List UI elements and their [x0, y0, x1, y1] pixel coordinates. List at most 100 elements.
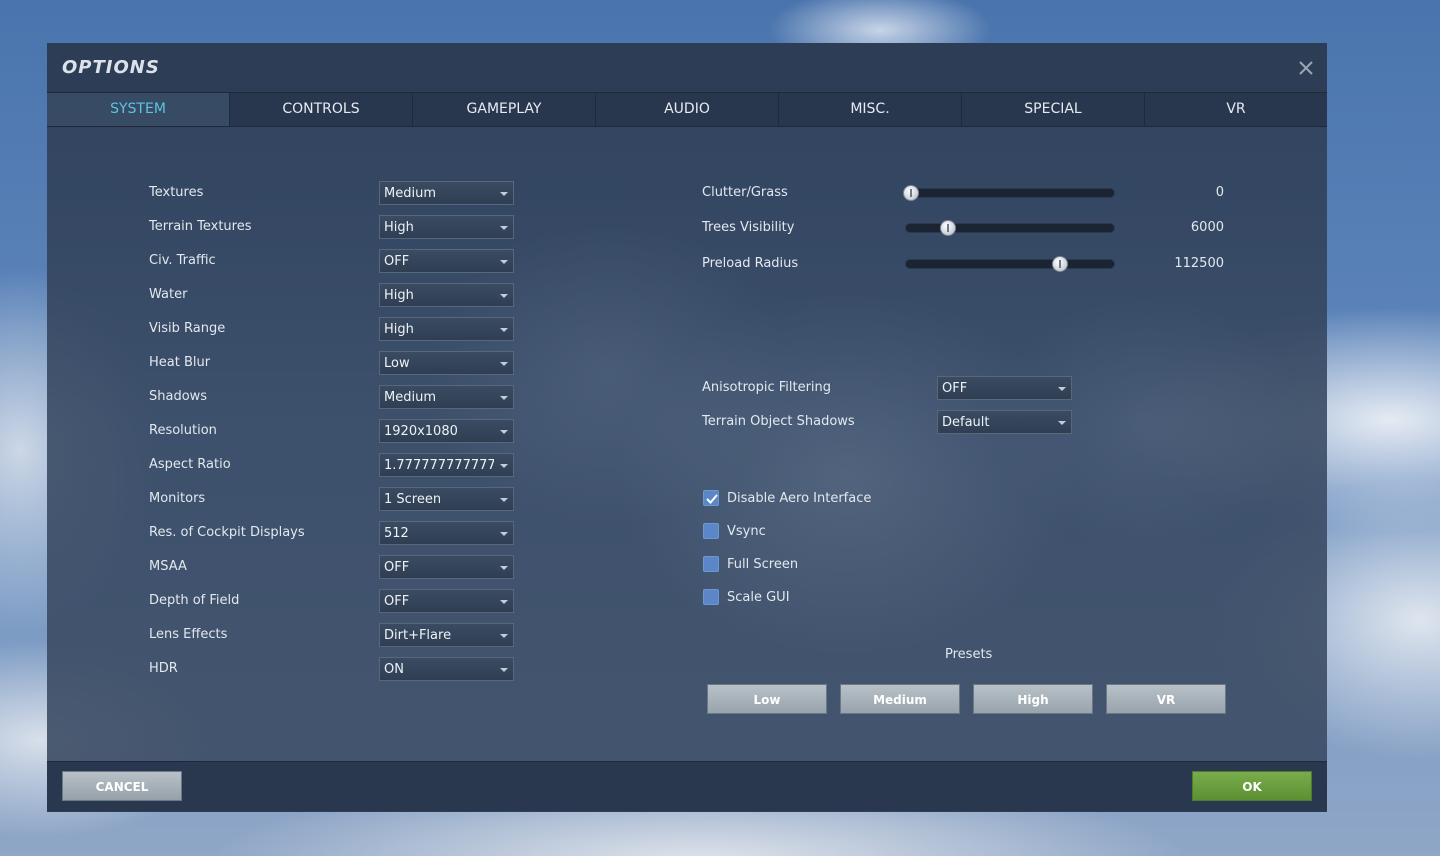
chevron-down-icon	[500, 498, 508, 502]
checkbox-label: Disable Aero Interface	[727, 491, 872, 506]
dropdown-value: High	[384, 220, 414, 235]
full-screen-checkbox[interactable]	[703, 556, 719, 572]
setting-dropdown[interactable]: High	[379, 215, 514, 239]
setting-label: Textures	[149, 185, 204, 200]
terrain-object-shadows-dropdown[interactable]: Default	[937, 410, 1072, 434]
chevron-down-icon	[500, 566, 508, 570]
ok-button[interactable]: OK	[1192, 771, 1312, 801]
dropdown-value: Low	[384, 356, 410, 371]
chevron-down-icon	[1058, 421, 1066, 425]
terrain-object-shadows-label: Terrain Object Shadows	[702, 414, 855, 429]
slider-label: Preload Radius	[702, 256, 799, 271]
tab-vr[interactable]: VR	[1144, 93, 1327, 126]
clutter-grass-slider[interactable]	[903, 185, 1115, 201]
setting-label: Heat Blur	[149, 355, 211, 370]
setting-label: Depth of Field	[149, 593, 240, 608]
slider-value: 0	[1215, 185, 1224, 200]
dropdown-value: Default	[942, 415, 990, 430]
close-icon[interactable]	[1297, 59, 1315, 77]
slider-thumb[interactable]	[939, 220, 956, 236]
chevron-down-icon	[500, 260, 508, 264]
setting-dropdown[interactable]: 1 Screen	[379, 487, 514, 511]
title-bar: OPTIONS	[47, 43, 1327, 92]
setting-label: Lens Effects	[149, 627, 228, 642]
setting-dropdown[interactable]: Dirt+Flare	[379, 623, 514, 647]
tab-controls[interactable]: CONTROLS	[229, 93, 412, 126]
dropdown-value: 1 Screen	[384, 492, 442, 507]
chevron-down-icon	[1058, 387, 1066, 391]
chevron-down-icon	[500, 430, 508, 434]
setting-label: Aspect Ratio	[149, 457, 231, 472]
slider-thumb[interactable]	[903, 185, 919, 201]
dropdown-value: ON	[384, 662, 404, 677]
dropdown-value: Dirt+Flare	[384, 628, 452, 643]
slider-label: Clutter/Grass	[702, 185, 788, 200]
dropdown-value: OFF	[384, 560, 410, 575]
setting-dropdown[interactable]: ON	[379, 657, 514, 681]
setting-dropdown[interactable]: OFF	[379, 555, 514, 579]
preset-low-button[interactable]: Low	[707, 684, 827, 714]
preload-radius-slider[interactable]	[905, 256, 1115, 272]
options-window: OPTIONS SYSTEM CONTROLS GAMEPLAY AUDIO M…	[47, 43, 1327, 812]
dropdown-value: High	[384, 288, 414, 303]
chevron-down-icon	[500, 532, 508, 536]
preset-medium-button[interactable]: Medium	[840, 684, 960, 714]
setting-dropdown[interactable]: OFF	[379, 589, 514, 613]
tab-special[interactable]: SPECIAL	[961, 93, 1144, 126]
checkbox-label: Vsync	[727, 524, 766, 539]
setting-dropdown[interactable]: High	[379, 283, 514, 307]
chevron-down-icon	[500, 634, 508, 638]
vsync-checkbox[interactable]	[703, 523, 719, 539]
checkmark-icon	[706, 494, 718, 504]
dropdown-value: OFF	[384, 594, 410, 609]
chevron-down-icon	[500, 668, 508, 672]
dropdown-value: OFF	[384, 254, 410, 269]
checkbox-label: Scale GUI	[727, 590, 790, 605]
setting-dropdown[interactable]: Low	[379, 351, 514, 375]
chevron-down-icon	[500, 192, 508, 196]
setting-label: HDR	[149, 661, 178, 676]
anisotropic-filtering-dropdown[interactable]: OFF	[937, 376, 1072, 400]
chevron-down-icon	[500, 600, 508, 604]
setting-dropdown[interactable]: Medium	[379, 385, 514, 409]
tab-gameplay[interactable]: GAMEPLAY	[412, 93, 595, 126]
chevron-down-icon	[500, 294, 508, 298]
tab-audio[interactable]: AUDIO	[595, 93, 778, 126]
tab-system[interactable]: SYSTEM	[47, 93, 229, 126]
slider-value: 112500	[1174, 256, 1224, 271]
setting-label: Res. of Cockpit Displays	[149, 525, 305, 540]
slider-thumb[interactable]	[1052, 256, 1069, 272]
setting-dropdown[interactable]: OFF	[379, 249, 514, 273]
slider-label: Trees Visibility	[702, 220, 795, 235]
setting-label: Water	[149, 287, 188, 302]
disable-aero-checkbox[interactable]	[703, 490, 719, 506]
tab-misc[interactable]: MISC.	[778, 93, 961, 126]
setting-dropdown[interactable]: 512	[379, 521, 514, 545]
dropdown-value: OFF	[942, 381, 968, 396]
preset-high-button[interactable]: High	[973, 684, 1093, 714]
trees-visibility-slider[interactable]	[905, 220, 1115, 236]
slider-value: 6000	[1190, 220, 1224, 235]
setting-dropdown[interactable]: 1.7777777777778	[379, 453, 514, 477]
dropdown-value: Medium	[384, 186, 436, 201]
presets-title: Presets	[945, 647, 993, 662]
chevron-down-icon	[500, 226, 508, 230]
cancel-button[interactable]: CANCEL	[62, 771, 182, 801]
dropdown-value: 1.7777777777778	[384, 458, 494, 473]
dropdown-value: 512	[384, 526, 409, 541]
setting-label: Shadows	[149, 389, 208, 404]
setting-label: MSAA	[149, 559, 187, 574]
setting-label: Civ. Traffic	[149, 253, 216, 268]
setting-dropdown[interactable]: High	[379, 317, 514, 341]
dropdown-value: High	[384, 322, 414, 337]
chevron-down-icon	[500, 328, 508, 332]
scale-gui-checkbox[interactable]	[703, 589, 719, 605]
chevron-down-icon	[500, 464, 508, 468]
setting-label: Terrain Textures	[149, 219, 252, 234]
preset-vr-button[interactable]: VR	[1106, 684, 1226, 714]
setting-dropdown[interactable]: Medium	[379, 181, 514, 205]
chevron-down-icon	[500, 362, 508, 366]
setting-label: Visib Range	[149, 321, 226, 336]
setting-dropdown[interactable]: 1920x1080	[379, 419, 514, 443]
setting-label: Monitors	[149, 491, 206, 506]
